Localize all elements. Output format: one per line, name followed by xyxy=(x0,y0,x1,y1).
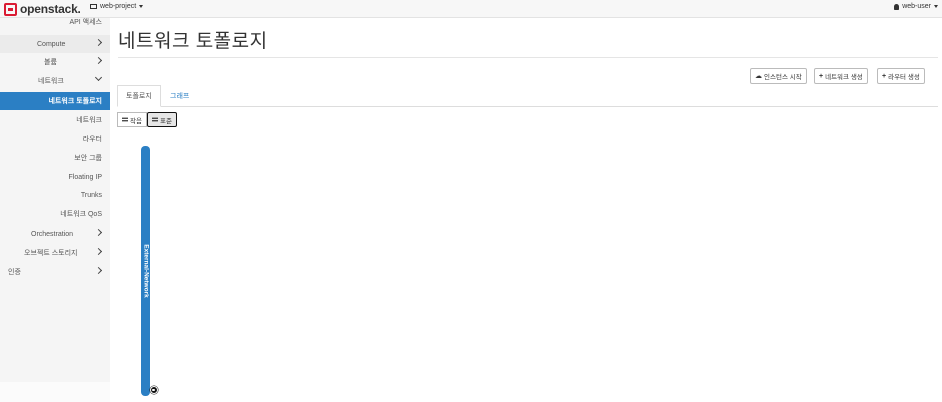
sidebar-item-networks[interactable]: 네트워크 xyxy=(0,111,110,129)
sidebar-item-compute[interactable]: Compute xyxy=(0,35,110,53)
grid-icon xyxy=(122,117,128,122)
sidebar-item-orchestration[interactable]: Orchestration xyxy=(0,225,110,243)
view-mode-toggle: 작음 표준 xyxy=(117,112,177,127)
sidebar-item-label: 네트워크 xyxy=(76,117,102,124)
sidebar-item-label: API 액세스 xyxy=(69,19,102,26)
sidebar-footer xyxy=(0,382,110,402)
create-network-label: 네트워크 생성 xyxy=(825,74,863,81)
globe-icon xyxy=(150,386,158,394)
top-navbar: openstack. web-project web-user xyxy=(0,0,942,18)
chevron-right-icon xyxy=(94,228,103,237)
launch-instance-button[interactable]: ☁ 인스턴스 시작 xyxy=(750,68,807,84)
plus-icon: + xyxy=(882,72,887,80)
sidebar-item-label: Orchestration xyxy=(31,230,74,238)
project-name: web-project xyxy=(100,3,137,10)
plus-icon: + xyxy=(819,72,824,80)
sidebar-item-label: 네트워크 xyxy=(38,78,64,85)
chevron-down-icon xyxy=(94,73,103,82)
sidebar-item-label: 오브젝트 스토리지 xyxy=(24,250,78,257)
sidebar-item-routers[interactable]: 라우터 xyxy=(0,130,110,148)
project-switcher[interactable]: web-project xyxy=(90,3,144,10)
tab-topology[interactable]: 토폴로지 xyxy=(117,85,161,107)
compact-view-button[interactable]: 작음 xyxy=(117,112,147,127)
sidebar-item-network-group[interactable]: 네트워크 xyxy=(0,72,110,90)
sidebar-item-label: 라우터 xyxy=(82,136,102,143)
sidebar-item-identity[interactable]: 인증 xyxy=(0,263,110,281)
sidebar-item-trunks[interactable]: Trunks xyxy=(0,186,110,204)
sidebar-item-security-groups[interactable]: 보안 그룹 xyxy=(0,149,110,167)
normal-view-button[interactable]: 표준 xyxy=(146,112,177,127)
sidebar-item-label: 네트워크 QoS xyxy=(60,211,102,218)
sidebar-item-api-access[interactable]: API 액세스 xyxy=(0,13,110,31)
user-menu[interactable]: web-user xyxy=(894,3,938,10)
caret-down-icon xyxy=(139,5,144,8)
grid-icon xyxy=(151,117,158,122)
cloud-upload-icon: ☁ xyxy=(755,73,762,80)
topology-tabs: 토폴로지 그래프 xyxy=(117,85,938,107)
title-divider xyxy=(118,57,938,58)
main-content: 네트워크 토폴로지 ☁ 인스턴스 시작 + 네트워크 생성 + 라우터 생성 토… xyxy=(110,18,942,402)
sidebar-item-label: 볼륨 xyxy=(44,59,57,66)
launch-instance-label: 인스턴스 시작 xyxy=(764,74,802,81)
sidebar-item-network-qos[interactable]: 네트워크 QoS xyxy=(0,205,110,223)
chevron-right-icon xyxy=(94,247,103,256)
sidebar-item-label: 보안 그룹 xyxy=(74,155,102,162)
sidebar-item-label: Trunks xyxy=(80,191,102,199)
chevron-right-icon xyxy=(94,38,103,47)
create-router-label: 라우터 생성 xyxy=(888,74,920,81)
sidebar-item-volume[interactable]: 볼륨 xyxy=(0,53,110,71)
sidebar-item-label: 인증 xyxy=(8,269,21,276)
compact-view-label: 작음 xyxy=(130,117,142,125)
sidebar-item-label: Floating IP xyxy=(68,173,102,181)
normal-view-label: 표준 xyxy=(159,117,172,125)
user-icon xyxy=(894,3,900,10)
sidebar-item-network-topology[interactable]: 네트워크 토폴로지 xyxy=(0,92,110,110)
sidebar-item-label: 네트워크 토폴로지 xyxy=(48,98,102,105)
caret-down-icon xyxy=(934,5,938,8)
create-network-button[interactable]: + 네트워크 생성 xyxy=(814,68,868,84)
user-name: web-user xyxy=(902,3,931,10)
sidebar: API 액세스 Compute 볼륨 네트워크 네트워크 토폴로지 네트워크 라… xyxy=(0,18,110,402)
create-router-button[interactable]: + 라우터 생성 xyxy=(877,68,925,84)
external-network-bar[interactable] xyxy=(141,146,150,396)
chevron-right-icon xyxy=(94,266,103,275)
project-icon xyxy=(90,4,97,9)
tab-graph[interactable]: 그래프 xyxy=(162,85,197,107)
chevron-right-icon xyxy=(94,56,103,65)
sidebar-item-label: Compute xyxy=(37,40,66,48)
page-title: 네트워크 토폴로지 xyxy=(118,31,268,52)
sidebar-item-object-storage[interactable]: 오브젝트 스토리지 xyxy=(0,244,110,262)
sidebar-item-floating-ip[interactable]: Floating IP xyxy=(0,168,110,186)
